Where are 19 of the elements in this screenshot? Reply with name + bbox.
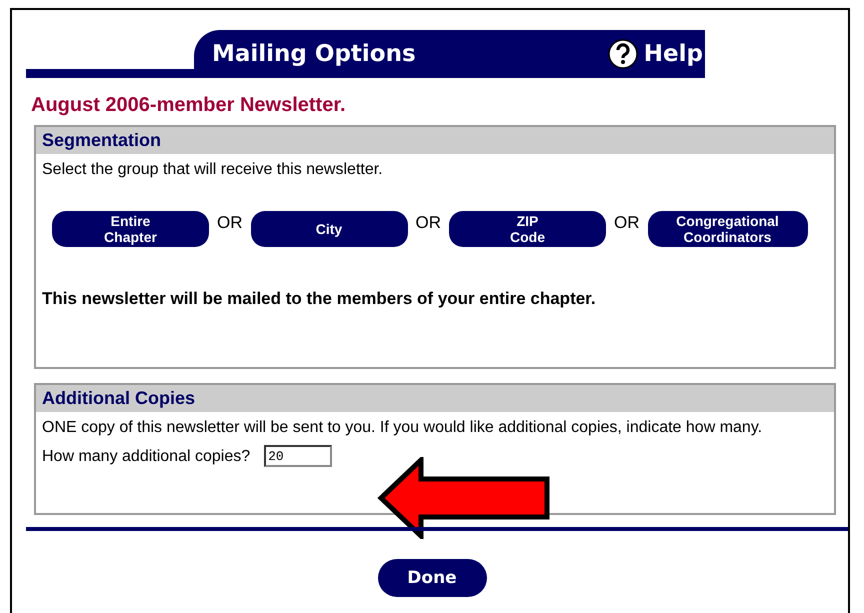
or-label: OR	[217, 213, 242, 233]
help-icon	[608, 39, 638, 69]
group-button[interactable]: Entire Chapter	[52, 211, 209, 247]
group-button[interactable]: City	[250, 211, 408, 247]
newsletter-title: August 2006-member Newsletter.	[31, 94, 347, 117]
or-label: OR	[416, 213, 441, 233]
copies-input[interactable]: 20	[264, 445, 332, 467]
group-button[interactable]: Congregational Coordinators	[648, 211, 808, 247]
mailing-message: This newsletter will be mailed to the members of your entire chapter.	[42, 289, 597, 309]
instruction-text: Select the group that will receive this newsletter.	[41, 160, 384, 179]
copies-question: How many additional copies?	[41, 446, 252, 466]
page-title: Mailing Options	[212, 41, 416, 67]
section-heading: Additional Copies	[36, 385, 834, 412]
done-button[interactable]: Done	[378, 559, 486, 597]
group-button[interactable]: ZIP Code	[449, 211, 606, 247]
help-link[interactable]: Help	[608, 39, 703, 69]
or-label: OR	[614, 213, 640, 233]
copies-text: ONE copy of this newsletter will be sent to you. If you would like additional copies, indicate how many.	[41, 418, 764, 437]
section-heading: Segmentation	[36, 127, 834, 154]
